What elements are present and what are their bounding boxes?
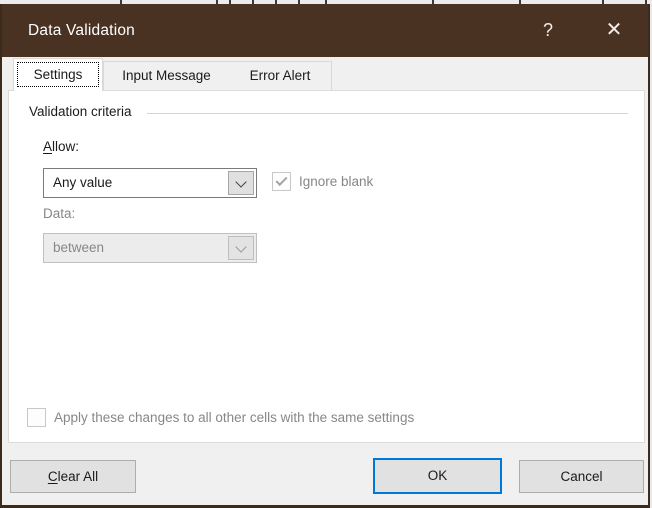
data-combobox-dropdown-button bbox=[228, 236, 254, 260]
dialog-title: Data Validation bbox=[28, 4, 135, 57]
tab-input-message-label: Input Message bbox=[122, 68, 211, 83]
ignore-blank-label: Ignore blank bbox=[299, 172, 373, 191]
validation-criteria-group-label: Validation criteria bbox=[29, 104, 132, 119]
tab-settings-label: Settings bbox=[34, 67, 83, 82]
tab-settings[interactable]: Settings bbox=[13, 58, 103, 91]
allow-combobox-value: Any value bbox=[53, 169, 112, 197]
cancel-button[interactable]: Cancel bbox=[519, 460, 644, 493]
close-icon[interactable]: ✕ bbox=[596, 4, 632, 57]
chevron-down-icon bbox=[235, 241, 246, 252]
tab-input-message[interactable]: Input Message bbox=[103, 61, 230, 91]
allow-combobox[interactable]: Any value bbox=[43, 168, 257, 198]
allow-label: Allow: bbox=[43, 139, 79, 154]
checkmark-icon bbox=[275, 174, 287, 186]
data-label: Data: bbox=[43, 206, 75, 221]
tab-error-alert-label: Error Alert bbox=[250, 68, 311, 83]
group-divider-line bbox=[147, 113, 628, 114]
clear-all-button[interactable]: Clear All bbox=[10, 460, 136, 493]
ok-button[interactable]: OK bbox=[373, 458, 502, 494]
chevron-down-icon bbox=[235, 176, 246, 187]
tab-error-alert[interactable]: Error Alert bbox=[229, 61, 332, 91]
apply-all-checkbox[interactable] bbox=[27, 408, 46, 427]
ignore-blank-checkbox[interactable] bbox=[272, 172, 291, 191]
dialog-titlebar[interactable]: Data Validation ? ✕ bbox=[2, 4, 648, 57]
settings-tab-page: Validation criteria Allow: Any value Ign… bbox=[8, 90, 645, 443]
help-icon[interactable]: ? bbox=[530, 4, 566, 57]
apply-all-label: Apply these changes to all other cells w… bbox=[54, 408, 414, 427]
apply-all-checkbox-row: Apply these changes to all other cells w… bbox=[27, 408, 414, 427]
screen: Data Validation ? ✕ Settings Input Messa… bbox=[0, 0, 652, 508]
ignore-blank-checkbox-row: Ignore blank bbox=[272, 172, 373, 191]
data-combobox: between bbox=[43, 233, 257, 263]
allow-combobox-dropdown-button[interactable] bbox=[228, 171, 254, 195]
data-combobox-value: between bbox=[53, 234, 104, 262]
data-validation-dialog: Data Validation ? ✕ Settings Input Messa… bbox=[0, 4, 650, 508]
